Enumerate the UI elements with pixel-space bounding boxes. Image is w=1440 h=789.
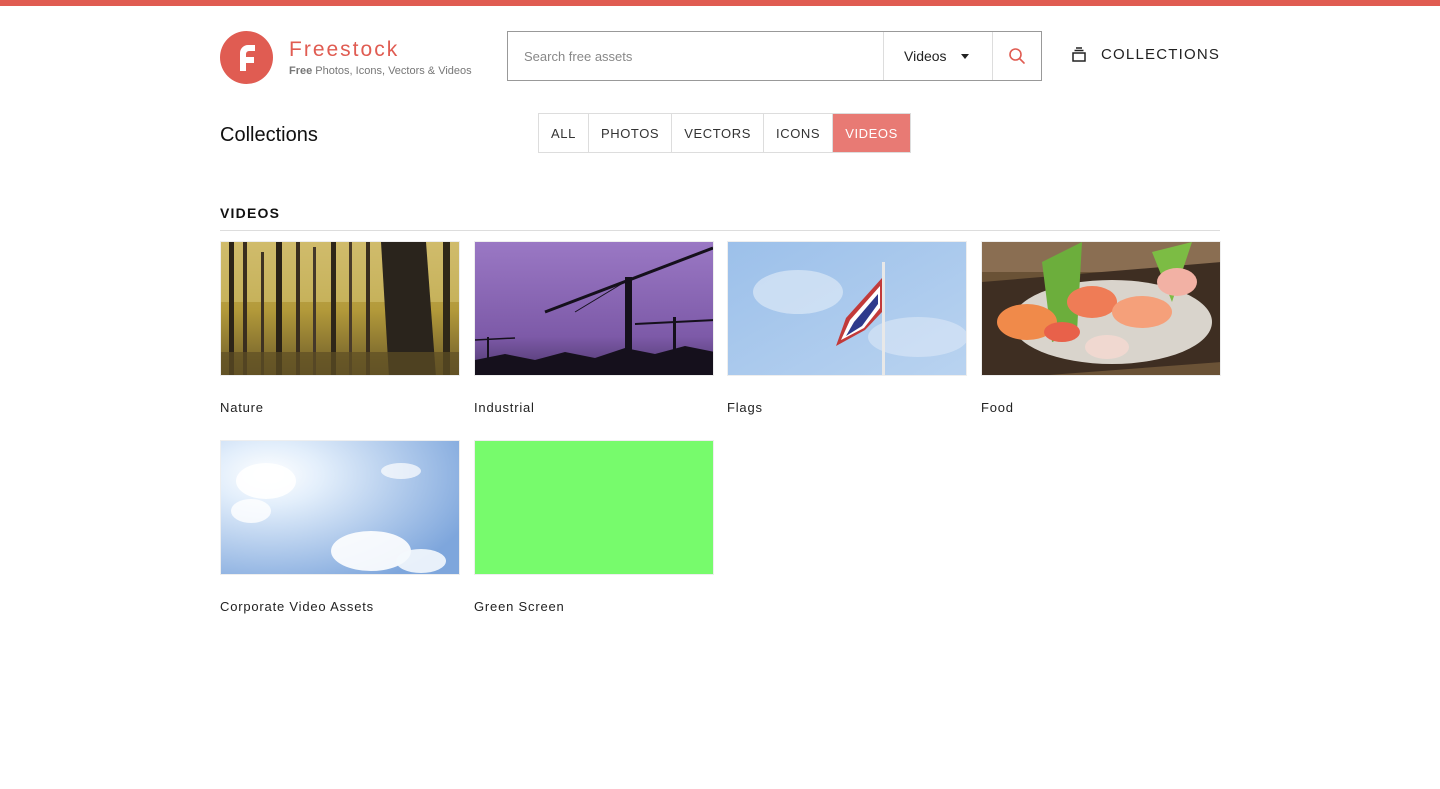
collection-card-industrial[interactable]: Industrial [474,241,714,415]
green-screen-label[interactable]: Green Screen [474,599,714,614]
tab-vectors[interactable]: VECTORS [672,114,765,152]
corporate-thumbnail[interactable] [220,440,460,575]
collections-label: COLLECTIONS [1101,46,1221,63]
food-thumbnail[interactable] [981,241,1221,376]
nature-label[interactable]: Nature [220,400,460,415]
freestock-logo-icon [220,31,273,84]
corporate-label[interactable]: Corporate Video Assets [220,599,460,614]
search-input[interactable] [508,32,883,80]
green-screen-thumbnail[interactable] [474,440,714,575]
food-label[interactable]: Food [981,400,1221,415]
collection-card-corporate[interactable]: Corporate Video Assets [220,440,460,614]
section-title: VIDEOS [220,205,281,221]
caret-down-icon [960,53,969,59]
tab-photos[interactable]: PHOTOS [589,114,673,152]
flags-label[interactable]: Flags [727,400,967,415]
tab-icons[interactable]: ICONS [764,114,834,152]
collection-card-food[interactable]: Food [981,241,1221,415]
asset-type-dropdown[interactable]: Videos [883,32,992,80]
search-icon [1009,48,1025,64]
nature-thumbnail[interactable] [220,241,460,376]
site-logo[interactable]: Freestock Free Photos, Icons, Vectors & … [220,31,472,84]
filter-tabs: ALL PHOTOS VECTORS ICONS VIDEOS [538,113,911,153]
industrial-thumbnail[interactable] [474,241,714,376]
collections-nav-link[interactable]: COLLECTIONS [1071,46,1220,63]
flags-thumbnail[interactable] [727,241,967,376]
asset-type-value: Videos [904,48,947,64]
search-button[interactable] [992,32,1041,80]
search-bar: Videos [507,31,1042,81]
collections-icon [1072,46,1086,62]
top-accent-bar [0,0,1440,6]
industrial-label[interactable]: Industrial [474,400,714,415]
tab-all[interactable]: ALL [539,114,589,152]
brand-name: Freestock [289,38,400,61]
brand-tagline: Free Photos, Icons, Vectors & Videos [289,65,472,77]
collection-card-green-screen[interactable]: Green Screen [474,440,714,614]
page-title: Collections [220,124,318,146]
tab-videos[interactable]: VIDEOS [833,114,910,152]
collection-card-flags[interactable]: Flags [727,241,967,415]
section-divider [220,230,1220,231]
collection-card-nature[interactable]: Nature [220,241,460,415]
